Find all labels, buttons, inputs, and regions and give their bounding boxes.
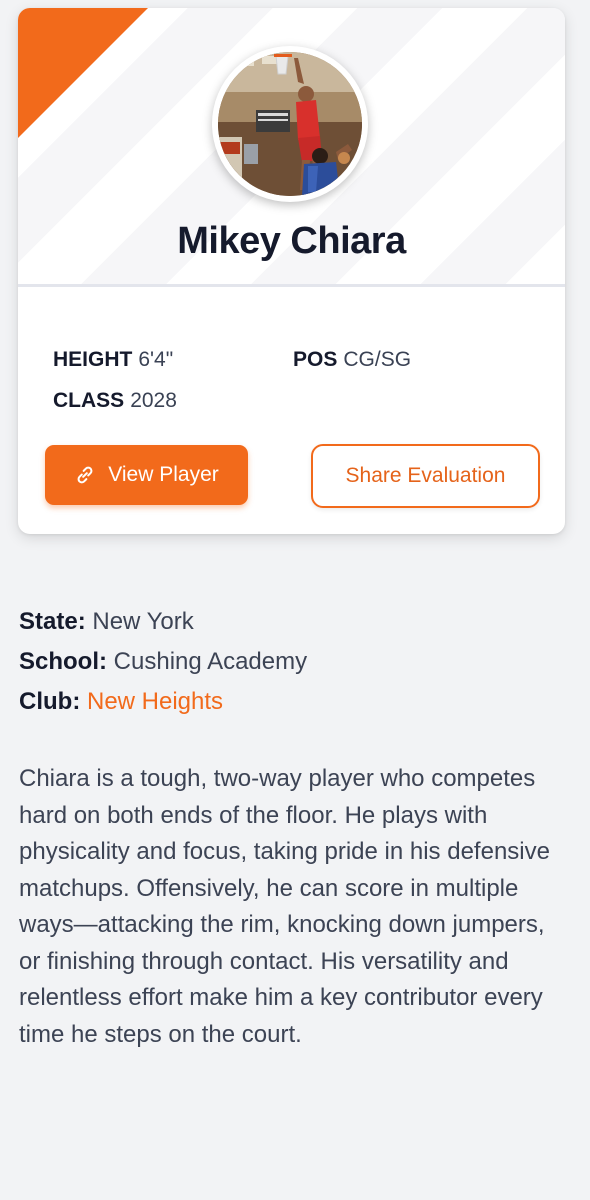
avatar: [212, 46, 368, 202]
stat-class-value: 2028: [130, 389, 177, 412]
stat-position: POS CG/SG: [293, 348, 411, 372]
view-player-label: View Player: [108, 463, 219, 486]
stat-class: CLASS 2028: [53, 389, 177, 413]
club-label: Club:: [19, 688, 81, 715]
stat-height-value: 6'4": [138, 348, 174, 371]
player-photo: [218, 52, 362, 196]
share-evaluation-button[interactable]: Share Evaluation: [311, 444, 540, 508]
school-value: Cushing Academy: [113, 648, 308, 675]
card-header: Mikey Chiara: [18, 8, 565, 286]
detail-school: School: Cushing Academy: [19, 648, 307, 676]
stat-height-label: HEIGHT: [53, 348, 133, 371]
state-value: New York: [92, 608, 194, 635]
stat-pos-value: CG/SG: [343, 348, 412, 371]
player-name: Mikey Chiara: [177, 220, 406, 262]
player-bio: Chiara is a tough, two-way player who co…: [19, 765, 550, 1048]
player-card: Mikey Chiara HEIGHT 6'4" POS CG/SG CLASS 20…: [18, 8, 565, 534]
stat-class-label: CLASS: [53, 389, 125, 412]
state-label: State:: [19, 608, 86, 635]
corner-accent: [18, 8, 148, 138]
club-link[interactable]: New Heights: [87, 688, 223, 715]
view-player-button[interactable]: View Player: [45, 445, 248, 505]
link-icon: [77, 466, 93, 484]
school-label: School:: [19, 648, 107, 675]
detail-club: Club: New Heights: [19, 688, 223, 716]
share-evaluation-label: Share Evaluation: [345, 464, 506, 487]
detail-state: State: New York: [19, 608, 194, 636]
header-divider: [18, 284, 565, 287]
stat-pos-label: POS: [293, 348, 338, 371]
stat-height: HEIGHT 6'4": [53, 348, 173, 372]
